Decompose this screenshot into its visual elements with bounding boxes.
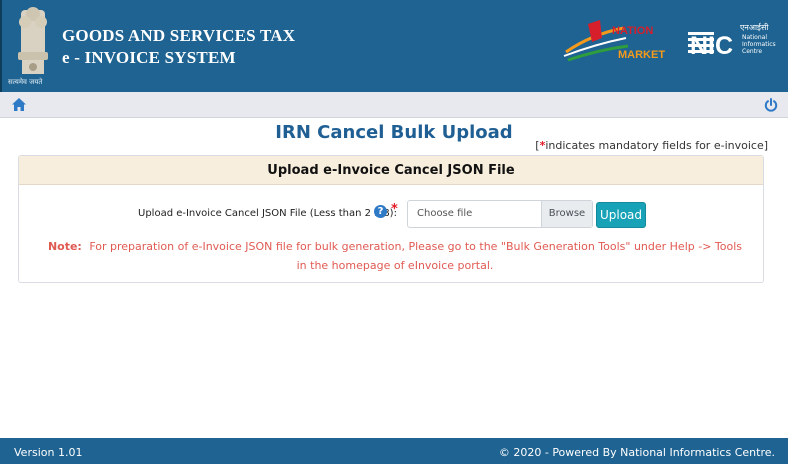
- panel-title: Upload e-Invoice Cancel JSON File: [19, 156, 763, 185]
- nation-market-logo: NATION MARKET: [563, 20, 665, 62]
- copyright-text: © 2020 - Powered By National Informatics…: [498, 446, 775, 459]
- upload-panel: Upload e-Invoice Cancel JSON File Upload…: [18, 155, 764, 283]
- emblem-caption: सत्यमेव जयते: [8, 78, 43, 86]
- nm-logo-line2: MARKET: [618, 49, 665, 61]
- note-label: Note:: [47, 240, 82, 253]
- required-star: *: [391, 202, 398, 217]
- note-body: For preparation of e-Invoice JSON file f…: [89, 240, 743, 272]
- nic-logo-line3: Centre: [742, 48, 762, 55]
- version-label: Version 1.01: [14, 446, 83, 459]
- nic-logo: NIC एनआईसी National Informatics Centre: [688, 22, 776, 60]
- file-field-label: Upload e-Invoice Cancel JSON File (Less …: [138, 208, 397, 219]
- home-icon[interactable]: [12, 98, 26, 111]
- app-footer: Version 1.01 © 2020 - Powered By Nationa…: [0, 438, 788, 464]
- note-text: Note: For preparation of e-Invoice JSON …: [45, 237, 745, 275]
- help-icon[interactable]: ?: [374, 205, 387, 218]
- upload-button[interactable]: Upload: [596, 202, 646, 228]
- nic-logo-line1: National: [742, 34, 767, 41]
- mandatory-note: [*indicates mandatory fields for e-invoi…: [535, 139, 768, 152]
- app-title: GOODS AND SERVICES TAX e - INVOICE SYSTE…: [62, 25, 295, 69]
- file-input-placeholder: Choose file: [417, 208, 473, 219]
- browse-button[interactable]: Browse: [541, 201, 592, 227]
- app-header: सत्यमेव जयते GOODS AND SERVICES TAX e - …: [0, 0, 788, 92]
- power-icon[interactable]: [764, 98, 778, 112]
- nic-logo-line2: Informatics: [742, 41, 776, 48]
- nic-logo-hindi: एनआईसी: [740, 22, 769, 32]
- nm-logo-line1: NATION: [612, 25, 653, 37]
- app-title-line1: GOODS AND SERVICES TAX: [62, 26, 296, 45]
- nav-bar: [0, 92, 788, 118]
- mandatory-text: indicates mandatory fields for e-invoice…: [545, 139, 768, 152]
- app-title-line2: e - INVOICE SYSTEM: [62, 48, 236, 67]
- nic-logo-mark: NIC: [690, 32, 733, 60]
- file-input[interactable]: Choose file Browse: [407, 200, 593, 228]
- national-emblem-icon: [18, 7, 48, 74]
